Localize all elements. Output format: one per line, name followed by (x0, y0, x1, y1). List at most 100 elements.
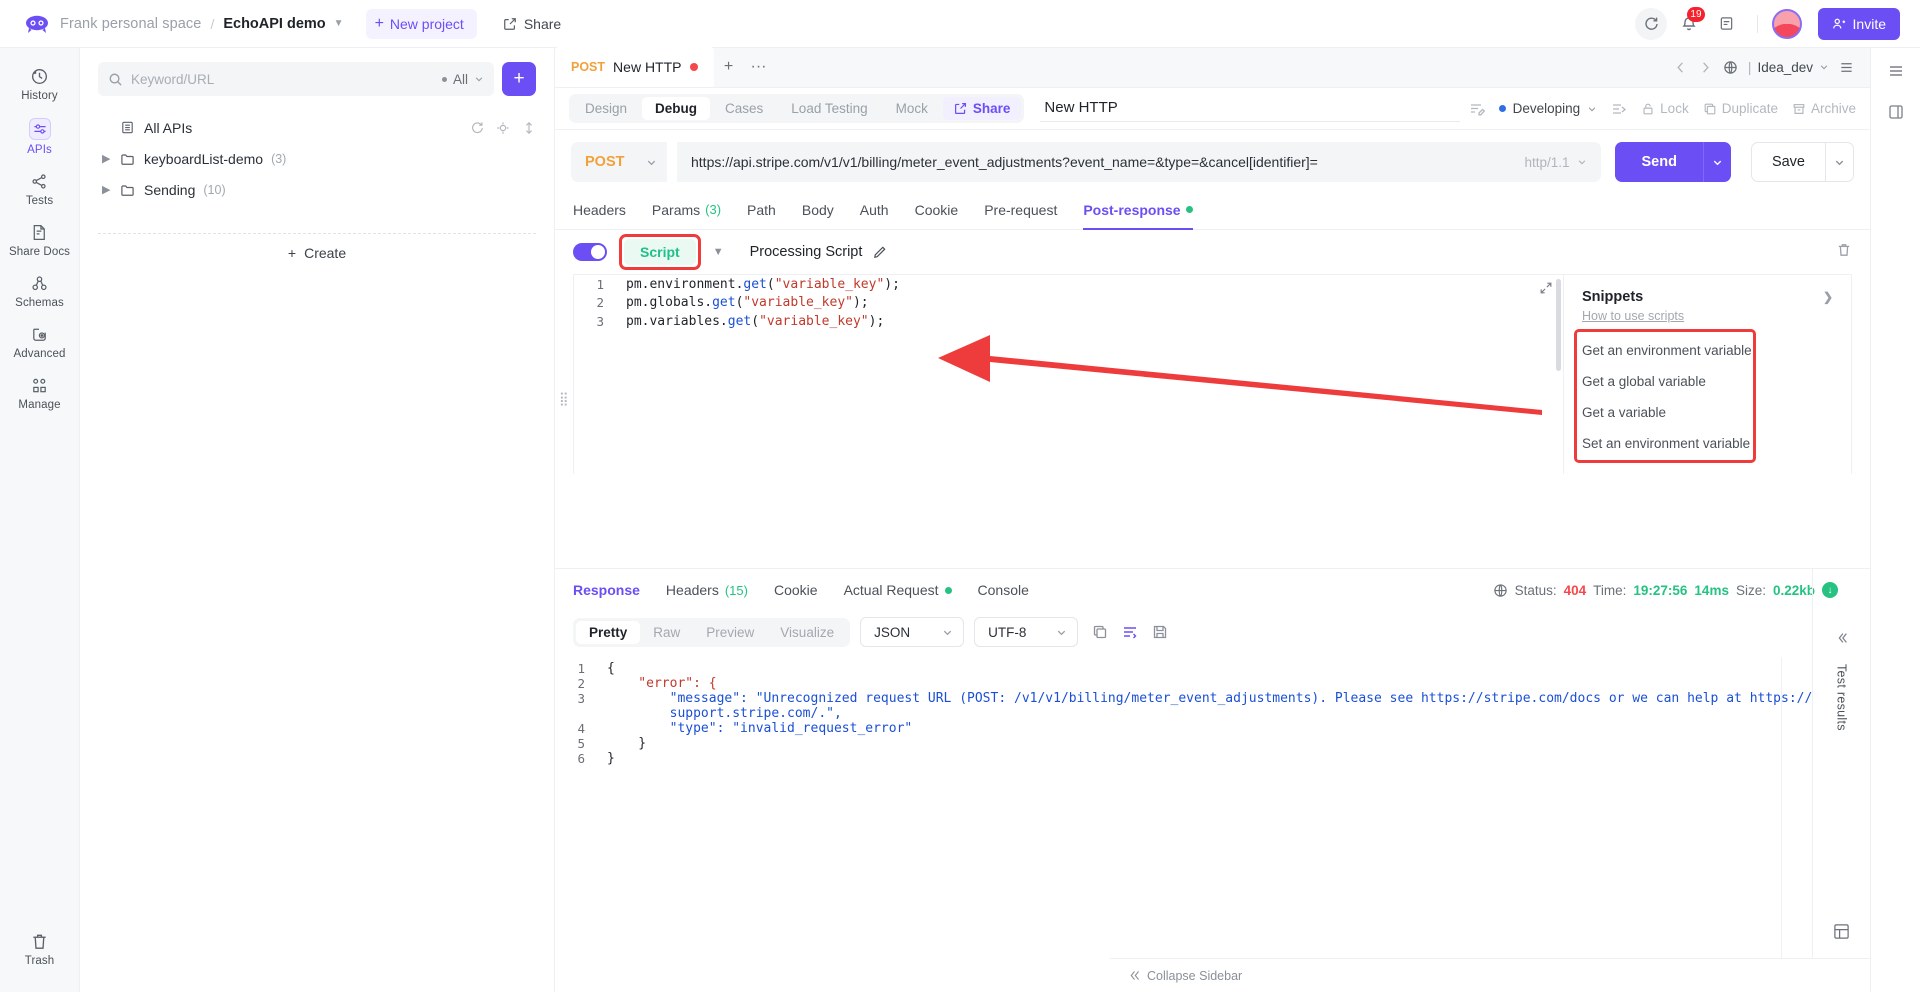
resize-grip[interactable]: ⣿ (559, 396, 567, 401)
mode-share-button[interactable]: Share (943, 97, 1022, 120)
method-selector[interactable]: POST (571, 142, 667, 182)
script-type-chip[interactable]: Script (624, 239, 696, 265)
pencil-icon[interactable] (872, 245, 887, 260)
menu-icon[interactable] (1887, 62, 1905, 85)
tab-body[interactable]: Body (802, 192, 834, 230)
globe-icon[interactable] (1723, 60, 1738, 75)
duplicate-button[interactable]: Duplicate (1703, 101, 1778, 116)
response-body[interactable]: 1 { 2 "error": { 3 "message": "Unrecogni… (555, 657, 1870, 766)
invite-button[interactable]: Invite (1818, 8, 1900, 40)
response-tab-cookie[interactable]: Cookie (774, 582, 818, 598)
how-to-use-scripts-link[interactable]: How to use scripts (1564, 305, 1851, 323)
response-tab-actual-request[interactable]: Actual Request (844, 582, 952, 598)
avatar[interactable] (1772, 9, 1802, 39)
save-icon[interactable] (1152, 624, 1168, 640)
search-input[interactable]: Keyword/URL All (98, 62, 494, 96)
encoding-selector[interactable]: UTF-8 (974, 617, 1078, 647)
add-api-button[interactable]: + (502, 62, 536, 96)
breadcrumb-space[interactable]: Frank personal space (60, 16, 201, 32)
wrap-icon[interactable] (1122, 624, 1138, 640)
view-pretty[interactable]: Pretty (576, 621, 640, 644)
new-tab-button[interactable]: + (714, 47, 744, 87)
collapse-icon[interactable] (1835, 631, 1849, 650)
script-enable-toggle[interactable] (573, 243, 607, 261)
view-raw[interactable]: Raw (640, 621, 693, 644)
http-version-selector[interactable]: http/1.1 (1524, 155, 1587, 170)
test-results-label[interactable]: Test results (1835, 664, 1849, 731)
send-options-button[interactable] (1703, 142, 1731, 182)
search-scope-select[interactable]: All (442, 72, 484, 87)
lock-button[interactable]: Lock (1641, 101, 1689, 116)
tab-pre-request[interactable]: Pre-request (984, 192, 1057, 230)
snippet-set-environment-variable[interactable]: Set an environment variable (1564, 428, 1851, 459)
environment-selector[interactable]: | Idea_dev (1748, 60, 1829, 75)
view-preview[interactable]: Preview (693, 621, 767, 644)
editor-scrollbar[interactable] (1556, 279, 1561, 371)
chevron-right-icon[interactable]: ❯ (1823, 290, 1833, 304)
expand-editor-button[interactable] (1539, 281, 1553, 300)
breadcrumb-project[interactable]: EchoAPI demo (223, 16, 325, 32)
target-icon[interactable] (496, 121, 510, 135)
tab-more-button[interactable]: ··· (744, 47, 774, 87)
rail-item-schemas[interactable]: Schemas (0, 265, 80, 316)
rail-item-manage[interactable]: Manage (0, 367, 80, 418)
tree-row-folder[interactable]: ▶ Sending (10) (98, 174, 536, 205)
tree-row-folder[interactable]: ▶ keyboardList-demo (3) (98, 143, 536, 174)
edit-list-icon[interactable] (1469, 101, 1485, 117)
chevron-down-icon[interactable]: ▼ (334, 18, 344, 29)
mode-cases[interactable]: Cases (712, 97, 776, 120)
rail-item-trash[interactable]: Trash (0, 923, 80, 974)
mode-design[interactable]: Design (572, 97, 640, 120)
echoapi-logo-icon[interactable] (24, 14, 50, 34)
share-button[interactable]: Share (491, 9, 573, 39)
delete-script-button[interactable] (1836, 242, 1852, 263)
notifications-button[interactable]: 19 (1673, 8, 1705, 40)
chevron-left-icon[interactable] (1673, 60, 1688, 75)
tab-cookie[interactable]: Cookie (915, 192, 959, 230)
snippet-get-global-variable[interactable]: Get a global variable (1564, 366, 1851, 397)
status-selector[interactable]: Developing (1499, 101, 1598, 116)
rail-item-history[interactable]: History (0, 58, 80, 109)
refresh-icon[interactable] (1635, 8, 1667, 40)
tab-path[interactable]: Path (747, 192, 776, 230)
layout-icon[interactable] (1833, 923, 1850, 945)
new-project-button[interactable]: + New project (366, 9, 477, 39)
save-options-button[interactable] (1826, 142, 1854, 182)
archive-button[interactable]: Archive (1792, 101, 1856, 116)
document-tab[interactable]: POST New HTTP (555, 47, 714, 87)
collapse-sidebar-button[interactable]: Collapse Sidebar (1128, 969, 1242, 983)
format-selector[interactable]: JSON (860, 617, 964, 647)
view-visualize[interactable]: Visualize (767, 621, 847, 644)
code-area[interactable]: 1 pm.environment.get("variable_key"); 2 … (574, 275, 1563, 474)
mode-load-testing[interactable]: Load Testing (778, 97, 880, 120)
create-button[interactable]: + Create (98, 234, 536, 272)
chevron-right-icon[interactable]: ▶ (102, 152, 120, 165)
url-input[interactable]: https://api.stripe.com/v1/v1/billing/met… (677, 142, 1601, 182)
move-icon[interactable] (1611, 101, 1627, 117)
mode-debug[interactable]: Debug (642, 97, 710, 120)
send-button[interactable]: Send (1615, 142, 1702, 182)
copy-icon[interactable] (1092, 624, 1108, 640)
tab-auth[interactable]: Auth (860, 192, 889, 230)
refresh-icon[interactable] (470, 121, 484, 135)
mode-mock[interactable]: Mock (883, 97, 941, 120)
save-button[interactable]: Save (1751, 142, 1826, 182)
rail-item-advanced[interactable]: Advanced (0, 316, 80, 367)
response-tab-headers[interactable]: Headers (15) (666, 582, 748, 598)
response-tab-response[interactable]: Response (573, 582, 640, 598)
tab-post-response[interactable]: Post-response (1083, 192, 1192, 230)
tab-headers[interactable]: Headers (573, 192, 626, 230)
document-name-input[interactable]: New HTTP (1040, 96, 1460, 122)
rail-item-tests[interactable]: Tests (0, 163, 80, 214)
menu-icon[interactable] (1839, 60, 1854, 75)
tab-params[interactable]: Params (3) (652, 192, 721, 230)
snippet-get-variable[interactable]: Get a variable (1564, 397, 1851, 428)
panel-icon[interactable] (1887, 103, 1905, 126)
rail-item-share-docs[interactable]: Share Docs (0, 214, 80, 265)
chevron-down-icon[interactable]: ▼ (713, 246, 724, 258)
notes-icon[interactable] (1711, 8, 1743, 40)
chevron-right-icon[interactable]: ▶ (102, 183, 120, 196)
chevron-right-icon[interactable] (1698, 60, 1713, 75)
tree-row-all-apis[interactable]: All APIs (98, 112, 536, 143)
sort-icon[interactable] (522, 121, 536, 135)
